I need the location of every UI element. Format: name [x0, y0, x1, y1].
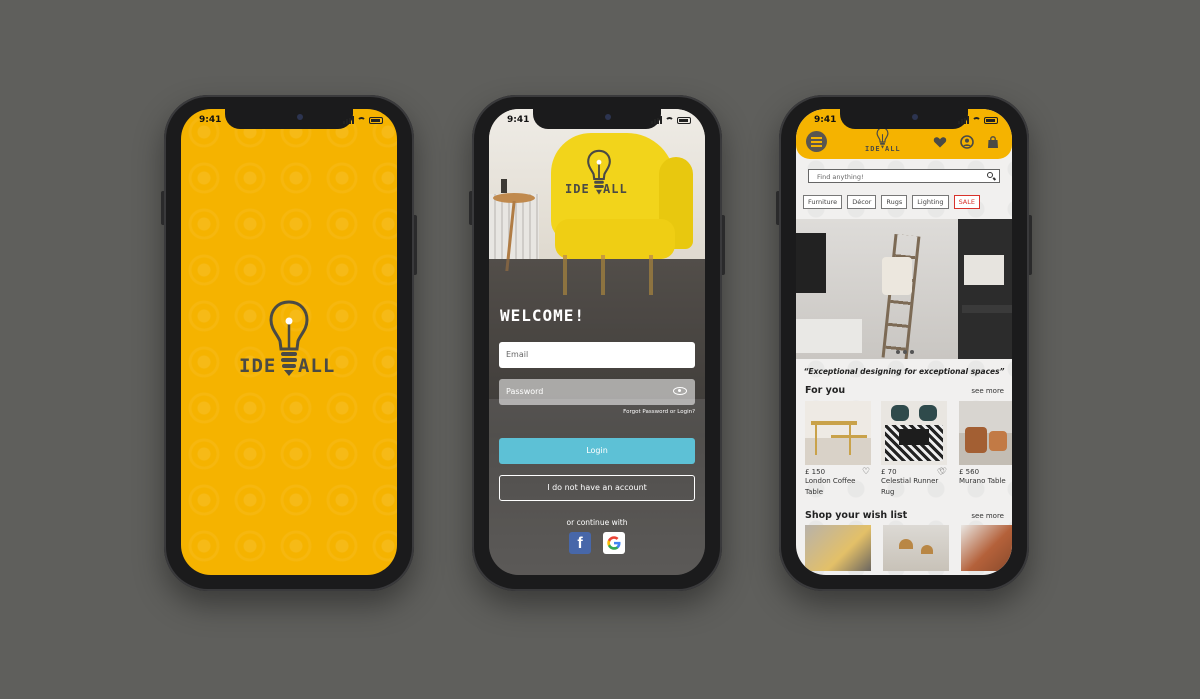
brand-text-right: ALL — [603, 182, 628, 196]
wifi-icon — [357, 117, 366, 123]
signal-icon — [343, 116, 354, 124]
chip-furniture[interactable]: Furniture — [803, 195, 843, 209]
wish-item-image[interactable] — [883, 525, 949, 571]
carousel-dots[interactable] — [896, 350, 914, 354]
tagline: “Exceptional designing for exceptional s… — [803, 367, 1005, 376]
chip-lighting[interactable]: Lighting — [912, 195, 949, 209]
forgot-password-link[interactable]: Forgot Password or Login? — [623, 409, 695, 415]
for-you-title: For you — [805, 385, 846, 396]
product-card[interactable]: £ 70 Celestial Runner Rug ♡ — [881, 401, 947, 498]
product-card[interactable]: £ 150 London Coffee Table — [805, 401, 871, 498]
status-time: 9:41 — [199, 115, 222, 125]
for-you-see-more[interactable]: see more — [971, 387, 1004, 395]
brand-text-left: IDE — [865, 145, 881, 153]
product-name: Murano Table — [959, 477, 1006, 485]
product-price: £ 560 — [959, 468, 980, 476]
status-bar: 9:41 — [181, 115, 397, 129]
phone-home: IDE ALL 9:41 Find anything! Furniture Dé… — [776, 95, 1032, 591]
search-placeholder: Find anything! — [817, 173, 864, 181]
product-image — [881, 401, 947, 465]
heart-icon[interactable]: ♡ — [939, 467, 947, 477]
search-input[interactable]: Find anything! — [808, 169, 1000, 183]
product-name: Celestial Runner Rug — [881, 477, 939, 496]
brand-logo: IDE ALL — [565, 149, 631, 199]
search-icon[interactable] — [987, 172, 993, 178]
no-account-button[interactable]: I do not have an account — [499, 475, 695, 501]
heart-icon[interactable]: ♡ — [862, 467, 870, 477]
menu-icon[interactable] — [806, 131, 827, 152]
product-image — [805, 401, 871, 465]
wifi-icon — [972, 117, 981, 123]
product-card[interactable]: £ 560 Murano Table — [959, 401, 1012, 487]
status-time: 9:41 — [814, 115, 837, 125]
home-screen: IDE ALL 9:41 Find anything! Furniture Dé… — [796, 109, 1012, 575]
brand-text-left: IDE — [239, 355, 277, 377]
status-bar: 9:41 — [796, 115, 1012, 129]
status-bar: 9:41 — [489, 115, 705, 129]
status-time: 9:41 — [507, 115, 530, 125]
heart-icon[interactable] — [933, 135, 947, 149]
wish-list-title: Shop your wish list — [805, 510, 908, 521]
facebook-icon[interactable]: f — [569, 532, 591, 554]
login-screen: 9:41 IDE ALL WELCOME! Email Password For… — [489, 109, 705, 575]
chip-rugs[interactable]: Rugs — [881, 195, 908, 209]
brand-text-right: ALL — [298, 355, 336, 377]
continue-with-label: or continue with — [566, 518, 628, 527]
battery-icon — [369, 116, 383, 124]
brand-logo: IDE ALL — [865, 127, 901, 155]
password-placeholder: Password — [506, 387, 544, 396]
battery-icon — [677, 116, 691, 124]
phone-login: 9:41 IDE ALL WELCOME! Email Password For… — [469, 95, 725, 591]
splash-screen: 9:41 IDE ALL — [181, 109, 397, 575]
brand-text-right: ALL — [885, 145, 901, 153]
wifi-icon — [665, 117, 674, 123]
chip-decor[interactable]: Décor — [847, 195, 877, 209]
brand-text-left: IDE — [565, 182, 590, 196]
welcome-heading: WELCOME! — [500, 306, 586, 325]
product-name: London Coffee Table — [805, 477, 856, 496]
wish-item-image[interactable] — [805, 525, 871, 571]
user-icon[interactable] — [960, 135, 974, 149]
phone-splash: 9:41 IDE ALL — [161, 95, 417, 591]
chip-sale[interactable]: SALE — [953, 195, 980, 209]
signal-icon — [958, 116, 969, 124]
password-field[interactable]: Password — [499, 379, 695, 405]
wish-item-image[interactable] — [961, 525, 1012, 571]
wish-list-see-more[interactable]: see more — [971, 512, 1004, 520]
battery-icon — [984, 116, 998, 124]
bag-icon[interactable] — [986, 135, 1000, 149]
login-button[interactable]: Login — [499, 438, 695, 464]
signal-icon — [651, 116, 662, 124]
category-chips: Furniture Décor Rugs Lighting SALE — [803, 195, 980, 209]
email-field[interactable]: Email — [499, 342, 695, 368]
brand-logo: IDE ALL — [237, 299, 341, 383]
hero-banner[interactable] — [796, 219, 1012, 359]
eye-icon[interactable] — [673, 387, 687, 395]
google-icon[interactable] — [603, 532, 625, 554]
product-image — [959, 401, 1012, 465]
